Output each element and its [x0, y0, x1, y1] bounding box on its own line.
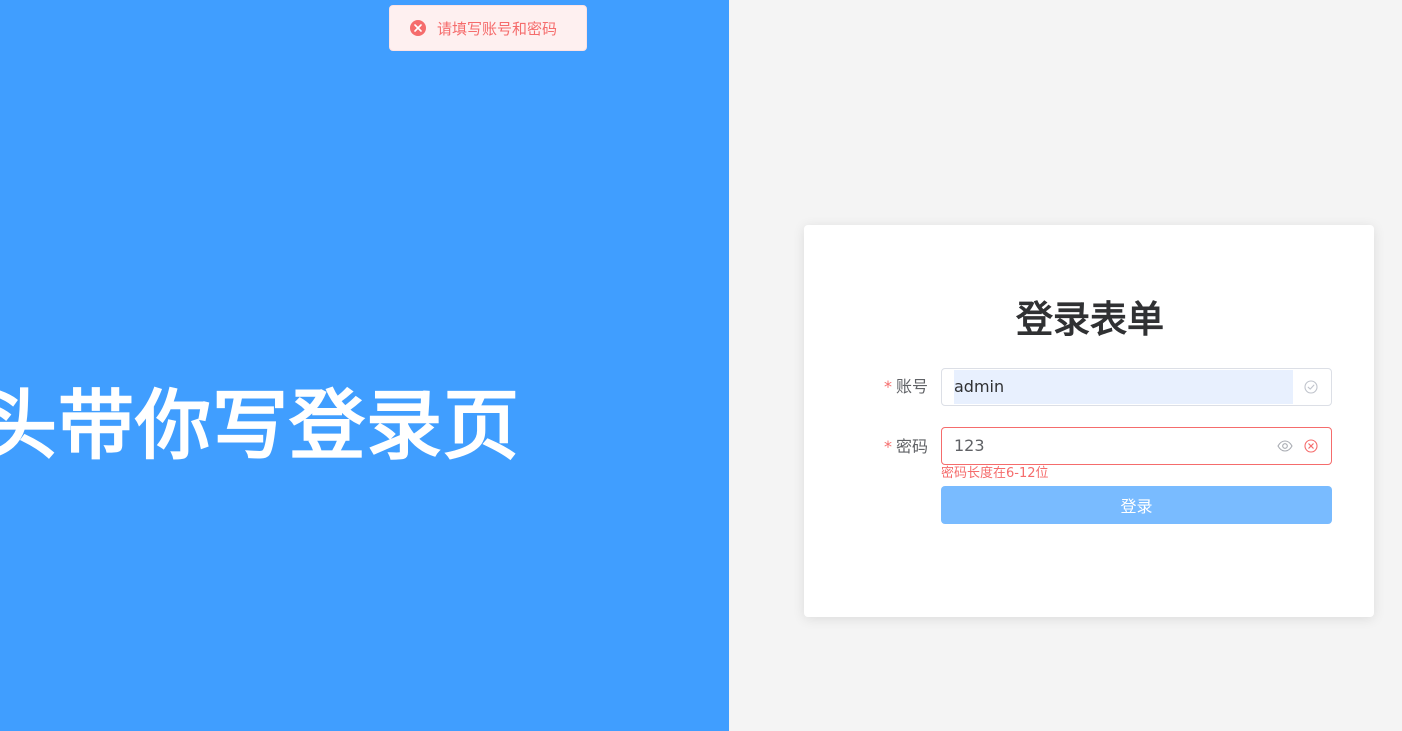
error-circle-icon	[1303, 438, 1319, 454]
check-circle-icon	[1303, 379, 1319, 395]
hero-panel: 石头带你写登录页	[0, 0, 729, 731]
hero-title: 石头带你写登录页	[0, 381, 520, 470]
toast-message: 请填写账号和密码	[437, 19, 558, 38]
error-toast: 请填写账号和密码	[389, 5, 587, 51]
required-mark: *	[883, 377, 892, 396]
eye-icon[interactable]	[1277, 438, 1293, 454]
password-error-message: 密码长度在6-12位	[941, 466, 1049, 481]
account-field	[941, 368, 1332, 406]
login-card: 登录表单 *账号 *密码	[804, 225, 1374, 617]
account-label-text: 账号	[895, 377, 928, 396]
password-label-text: 密码	[895, 437, 928, 456]
account-input[interactable]	[954, 369, 1274, 405]
error-circle-icon	[410, 20, 426, 36]
login-button[interactable]: 登录	[941, 486, 1332, 524]
login-page: 石头带你写登录页 请填写账号和密码 登录表单 *账号 *密码	[0, 0, 1402, 731]
required-mark: *	[883, 437, 892, 456]
password-input[interactable]	[954, 428, 1274, 464]
password-field	[941, 427, 1332, 465]
account-label: * 账号	[884, 368, 928, 406]
form-title: 登录表单	[1016, 298, 1164, 341]
password-label: * 密码	[884, 428, 928, 466]
